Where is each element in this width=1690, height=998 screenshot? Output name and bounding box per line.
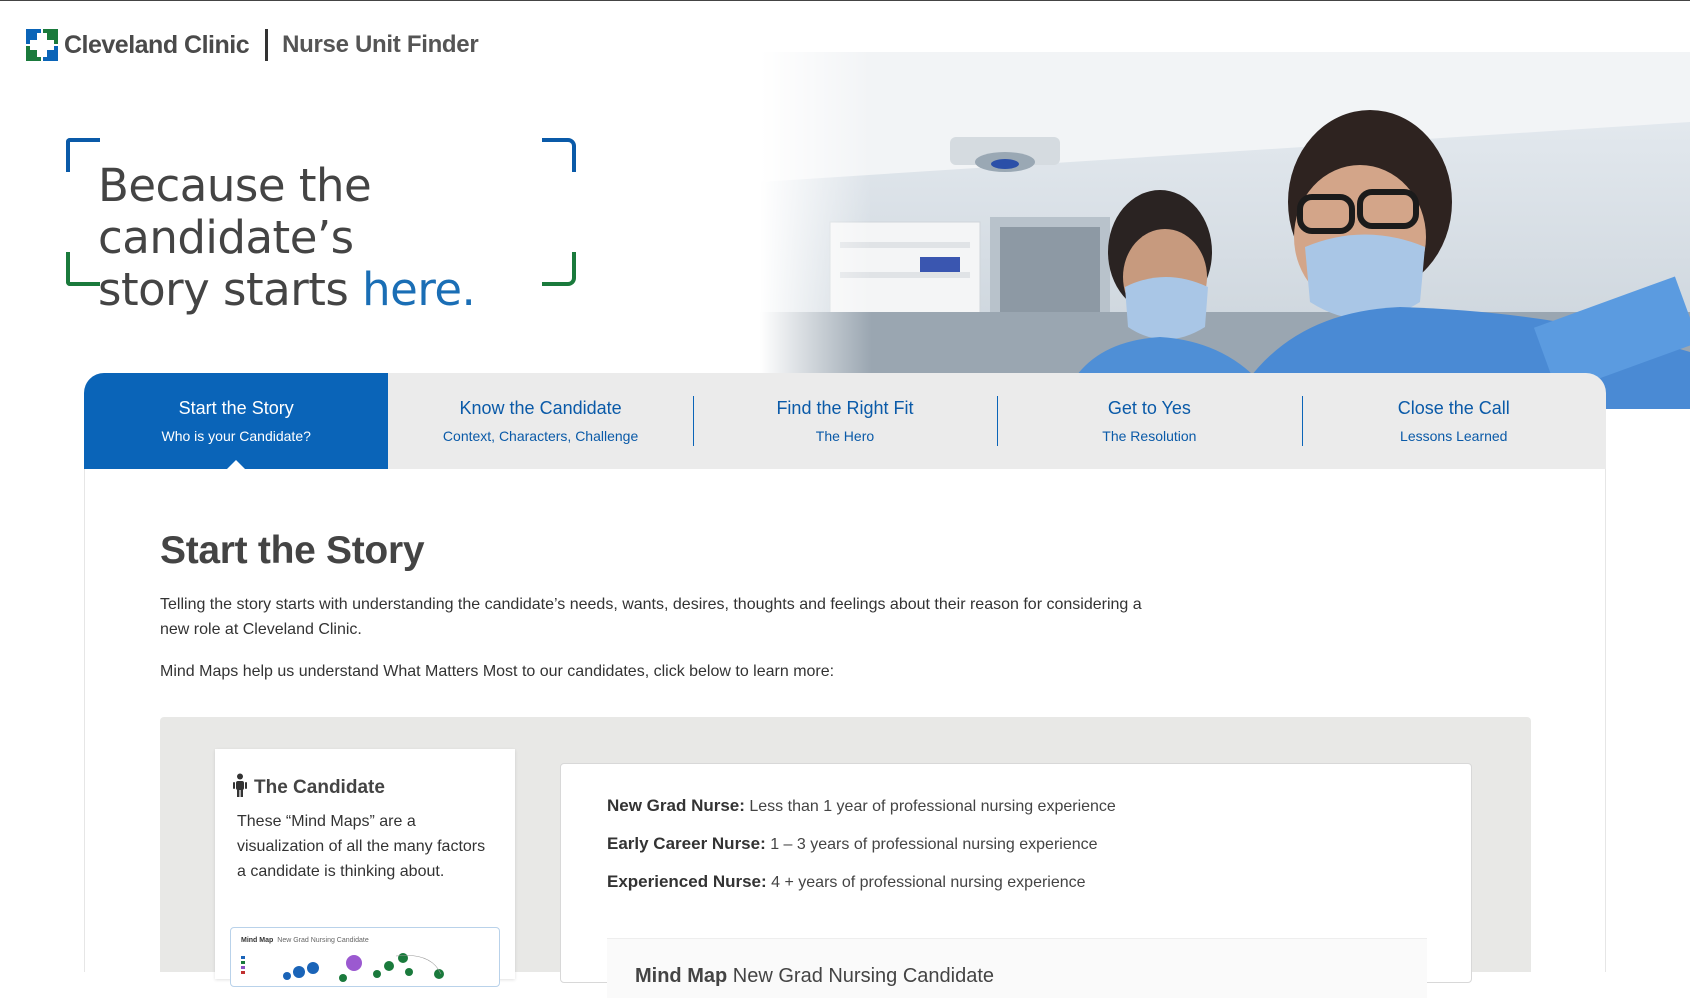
intro-paragraph: Telling the story starts with understand… bbox=[160, 596, 1142, 638]
definition-term: New Grad Nurse: bbox=[607, 796, 745, 815]
tab-find-the-right-fit[interactable]: Find the Right Fit The Hero bbox=[692, 373, 997, 469]
mind-map-panel: The Candidate These “Mind Maps” are a vi… bbox=[160, 717, 1531, 998]
mind-map-viewer[interactable]: Mind Map New Grad Nursing Candidate bbox=[607, 938, 1427, 998]
tab-title: Close the Call bbox=[1397, 398, 1510, 418]
hero-line-2: story starts bbox=[98, 263, 363, 316]
nurse-definitions-box: New Grad Nurse: Less than 1 year of prof… bbox=[560, 763, 1472, 998]
tab-divider bbox=[997, 396, 999, 446]
definition-desc: Less than 1 year of professional nursing… bbox=[744, 798, 1116, 815]
hero-text: Because the candidate’s story starts her… bbox=[98, 160, 576, 316]
hero-headline: Because the candidate’s story starts her… bbox=[66, 138, 576, 316]
brand-header[interactable]: Cleveland Clinic Nurse Unit Finder bbox=[26, 28, 479, 62]
hero-accent: here. bbox=[362, 263, 476, 316]
tab-content-panel: Start the Story Telling the story starts… bbox=[84, 469, 1606, 998]
story-tabs: Start the Story Who is your Candidate? K… bbox=[84, 373, 1606, 469]
definition-new-grad: New Grad Nurse: Less than 1 year of prof… bbox=[607, 796, 1116, 816]
mind-map-thumbnail[interactable]: Mind Map New Grad Nursing Candidate bbox=[230, 927, 500, 987]
definition-term: Early Career Nurse: bbox=[607, 834, 766, 853]
tab-title: Get to Yes bbox=[1107, 398, 1191, 418]
tab-know-the-candidate[interactable]: Know the Candidate Context, Characters, … bbox=[388, 373, 692, 469]
mind-map-prompt: Mind Maps help us understand What Matter… bbox=[160, 663, 835, 680]
tab-subtitle: The Resolution bbox=[1102, 428, 1197, 444]
definition-desc: 1 – 3 years of professional nursing expe… bbox=[765, 836, 1098, 853]
tab-subtitle: Context, Characters, Challenge bbox=[442, 428, 639, 444]
definition-early-career: Early Career Nurse: 1 – 3 years of profe… bbox=[607, 834, 1098, 854]
tab-subtitle: Lessons Learned bbox=[1400, 428, 1508, 444]
app-name: Nurse Unit Finder bbox=[282, 31, 479, 58]
hero-line-1: Because the candidate’s bbox=[98, 159, 372, 264]
tab-start-the-story[interactable]: Start the Story Who is your Candidate? bbox=[84, 373, 389, 469]
tab-title: Find the Right Fit bbox=[776, 398, 914, 418]
tab-subtitle: Who is your Candidate? bbox=[161, 428, 311, 444]
hero-photo bbox=[760, 52, 1690, 409]
card-title: The Candidate bbox=[254, 776, 385, 798]
definition-desc: 4 + years of professional nursing experi… bbox=[766, 874, 1086, 891]
brand-divider bbox=[265, 29, 269, 61]
cleveland-clinic-logo-icon bbox=[26, 29, 58, 61]
bracket-corner-icon bbox=[66, 252, 100, 286]
tab-divider bbox=[692, 396, 694, 446]
card-body: These “Mind Maps” are a visualization of… bbox=[237, 813, 486, 880]
top-border bbox=[0, 0, 1690, 1]
definition-term: Experienced Nurse: bbox=[607, 872, 767, 891]
definition-experienced: Experienced Nurse: 4 + years of professi… bbox=[607, 872, 1086, 892]
tab-title: Start the Story bbox=[178, 398, 294, 418]
tab-divider bbox=[1301, 396, 1303, 446]
mind-map-heading: Mind Map New Grad Nursing Candidate bbox=[635, 965, 994, 988]
tab-subtitle: The Hero bbox=[815, 428, 875, 444]
tab-close-the-call[interactable]: Close the Call Lessons Learned bbox=[1301, 373, 1606, 469]
tab-get-to-yes[interactable]: Get to Yes The Resolution bbox=[997, 373, 1301, 469]
bracket-corner-icon bbox=[66, 138, 100, 172]
card-header: The Candidate bbox=[232, 773, 385, 802]
section-title: Start the Story bbox=[160, 529, 425, 572]
brand-name: Cleveland Clinic bbox=[64, 30, 250, 59]
mind-map-label: Mind Map bbox=[635, 965, 728, 987]
candidate-card[interactable]: The Candidate These “Mind Maps” are a vi… bbox=[215, 749, 515, 987]
person-icon bbox=[232, 773, 248, 802]
mind-map-preview-icon bbox=[241, 953, 444, 982]
mind-map-subtitle: New Grad Nursing Candidate bbox=[732, 965, 995, 987]
tab-title: Know the Candidate bbox=[459, 398, 622, 418]
